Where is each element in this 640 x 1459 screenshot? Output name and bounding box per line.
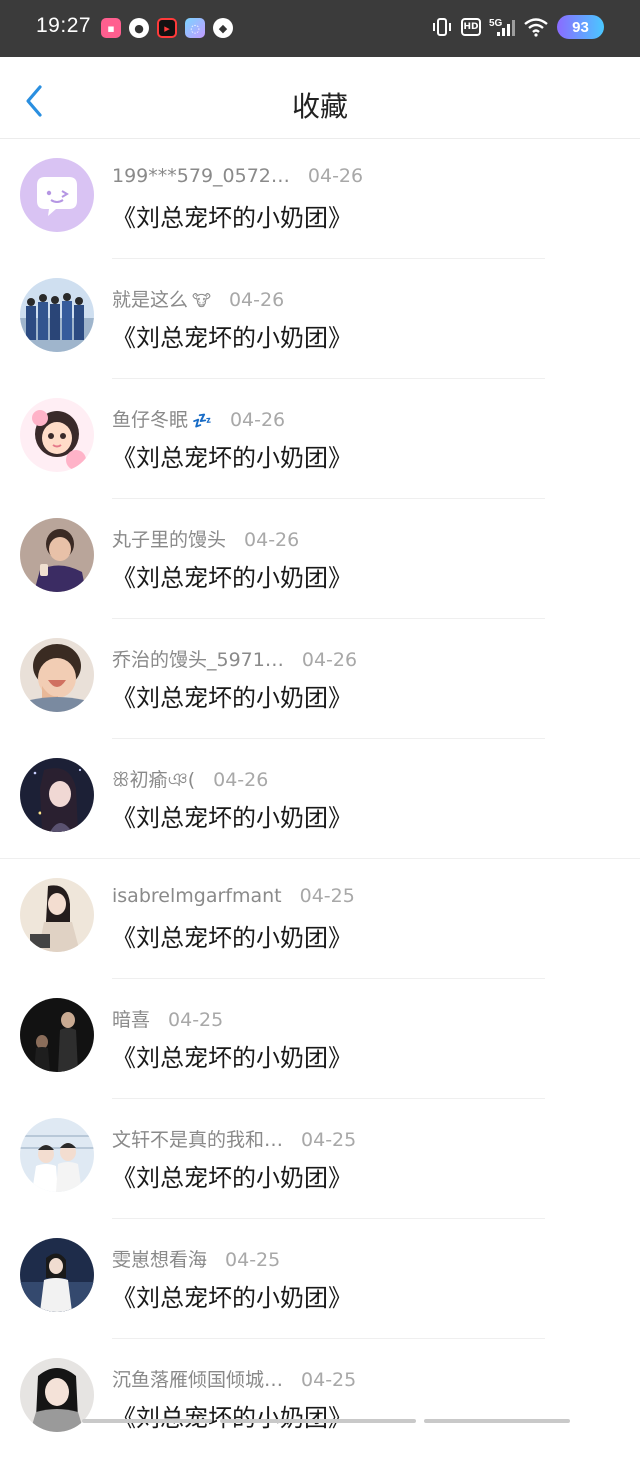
list-item[interactable]: 就是这么 🐮 04-26 《刘总宠坏的小奶团》 [0,259,640,379]
date: 04-26 [244,529,300,551]
username: 丸子里的馒头 [112,529,227,551]
wifi-icon [523,17,549,37]
date: 04-25 [301,1129,357,1151]
date: 04-25 [225,1249,281,1271]
username: 雯崽想看海 [112,1249,208,1271]
avatar [20,998,94,1072]
list-item[interactable]: 沉鱼落雁倾国倾城… 04-25 《刘总宠坏的小奶团》 [0,1339,640,1459]
gallery-app-icon: ◌ [185,18,205,38]
bilibili-app-icon: ▪ [101,18,121,38]
book-title: 《刘总宠坏的小奶团》 [112,564,352,592]
date: 04-26 [307,165,364,187]
avatar [20,1118,94,1192]
item-meta: 199***579_0572… 04-26 [112,165,363,187]
item-meta: 乔治的馒头_5971… 04-26 [112,645,357,672]
chat-app-icon: ● [129,18,149,38]
date: 04-26 [228,289,285,311]
date: 04-26 [229,409,286,431]
avatar [20,278,94,352]
item-meta: isabrelmgarfmant 04-25 [112,885,355,907]
date: 04-26 [213,769,269,791]
compass-app-icon: ◆ [213,18,233,38]
item-meta: 丸子里的馒头 04-26 [112,525,299,552]
date: 04-25 [299,885,355,907]
vibrate-icon [431,17,453,37]
book-title: 《刘总宠坏的小奶团》 [112,1404,352,1432]
avatar [20,638,94,712]
username: 鱼仔冬眠 [112,409,189,431]
avatar [20,758,94,832]
item-meta: 鱼仔冬眠 💤 04-26 [112,405,285,432]
svg-text:5G: 5G [489,18,503,29]
battery-indicator: 93 [557,15,604,39]
cow-emoji-icon: 🐮 [192,291,211,310]
date: 04-25 [168,1009,224,1031]
avatar [20,398,94,472]
list-item[interactable]: 丸子里的馒头 04-26 《刘总宠坏的小奶团》 [0,499,640,619]
book-title: 《刘总宠坏的小奶团》 [112,684,352,712]
list-item[interactable]: isabrelmgarfmant 04-25 《刘总宠坏的小奶团》 [0,859,640,979]
date: 04-25 [301,1369,357,1391]
list-item[interactable]: 文轩不是真的我和… 04-25 《刘总宠坏的小奶团》 [0,1099,640,1219]
list-item[interactable]: 暗喜 04-25 《刘总宠坏的小奶团》 [0,979,640,1099]
username: 沉鱼落雁倾国倾城… [112,1369,284,1391]
scroll-indicator [220,1419,416,1423]
page-header: 收藏 [0,57,640,139]
username: isabrelmgarfmant [112,885,282,907]
avatar [20,158,94,232]
favorites-list: 199***579_0572… 04-26 《刘总宠坏的小奶团》 就是这么 🐮 … [0,139,640,1459]
zzz-emoji-icon: 💤 [192,411,212,430]
book-title: 《刘总宠坏的小奶团》 [112,204,352,232]
item-meta: 暗喜 04-25 [112,1005,223,1032]
username: 乔治的馒头_5971… [112,649,284,671]
list-item[interactable]: 199***579_0572… 04-26 《刘总宠坏的小奶团》 [0,139,640,259]
list-item[interactable]: 雯崽想看海 04-25 《刘总宠坏的小奶团》 [0,1219,640,1339]
video-app-icon: ▸ [157,18,177,38]
avatar [20,518,94,592]
date: 04-26 [301,649,358,671]
book-title: 《刘总宠坏的小奶团》 [112,444,352,472]
username: 就是这么 [112,289,189,311]
status-bar: 19:27 ▪ ● ▸ ◌ ◆ HD 5G 93 [0,0,640,57]
item-meta: 文轩不是真的我和… 04-25 [112,1125,356,1152]
username: 文轩不是真的我和… [112,1129,284,1151]
status-time: 19:27 [36,14,92,37]
scroll-indicator [82,1419,212,1423]
book-title: 《刘总宠坏的小奶团》 [112,1164,352,1192]
page-title: 收藏 [291,90,348,123]
hd-icon: HD [461,18,481,36]
book-title: 《刘总宠坏的小奶团》 [112,924,352,952]
item-meta: 雯崽想看海 04-25 [112,1245,280,1272]
book-title: 《刘总宠坏的小奶团》 [112,804,352,832]
book-title: 《刘总宠坏的小奶团》 [112,1284,352,1312]
list-item[interactable]: 鱼仔冬眠 💤 04-26 《刘总宠坏的小奶团》 [0,379,640,499]
book-title: 《刘总宠坏的小奶团》 [112,324,352,352]
system-icons: HD 5G 93 [431,15,604,39]
book-title: 《刘总宠坏的小奶团》 [112,1044,352,1072]
avatar [20,1238,94,1312]
avatar [20,878,94,952]
item-meta: 就是这么 🐮 04-26 [112,285,284,312]
item-meta: 沉鱼落雁倾国倾城… 04-25 [112,1365,356,1392]
item-meta: ꕥ初瘉ঞ( 04-26 [112,765,268,798]
username: ꕥ初瘉ঞ( [112,769,196,791]
signal-5g-icon: 5G [489,16,515,38]
username: 暗喜 [112,1009,151,1031]
scroll-indicator [424,1419,570,1423]
list-item[interactable]: ꕥ初瘉ঞ( 04-26 《刘总宠坏的小奶团》 [0,739,640,859]
notification-icons: ▪ ● ▸ ◌ ◆ [101,18,233,38]
username: 199***579_0572… [112,165,290,187]
list-item[interactable]: 乔治的馒头_5971… 04-26 《刘总宠坏的小奶团》 [0,619,640,739]
